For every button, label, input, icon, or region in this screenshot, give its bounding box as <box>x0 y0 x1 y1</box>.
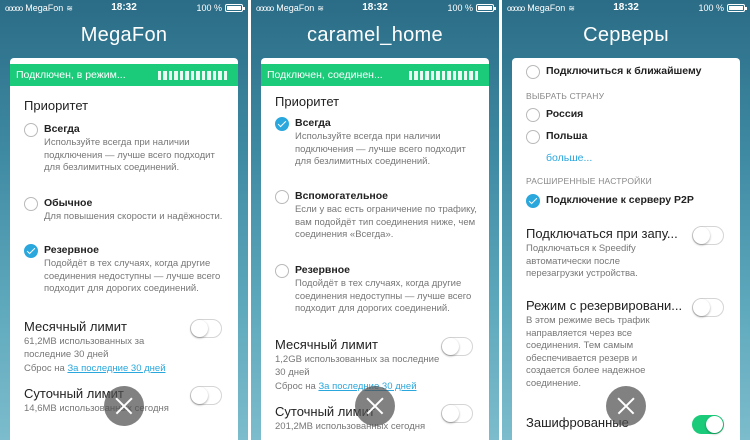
screen-servers: ooooo MegaFon ≋ 18:32 100 % Серверы Подк… <box>502 0 750 440</box>
radio-icon[interactable] <box>526 65 540 79</box>
encrypted-title: Зашифрованные <box>526 415 629 430</box>
option-description: Подойдёт в тех случаях, когда другие сое… <box>295 278 472 314</box>
close-icon[interactable] <box>355 386 395 426</box>
monthly-limit-setting: Месячный лимит 1,2GB использованных за п… <box>275 337 479 394</box>
option-title: Подключиться к ближайшему <box>546 65 702 77</box>
battery-percent: 100 % <box>447 3 473 13</box>
reset-label: Сброс на <box>24 363 68 374</box>
choose-country-heading: ВЫБРАТЬ СТРАНУ <box>526 91 605 101</box>
auto-connect-description: Подключаться к Speedify автоматически по… <box>526 243 638 279</box>
redacted-text <box>158 71 228 80</box>
connection-status-text: Подключен, в режим... <box>16 69 126 81</box>
redundant-mode-description: В этом режиме весь трафик направляется ч… <box>526 315 650 389</box>
encrypted-toggle[interactable] <box>692 415 724 434</box>
option-title: Обычное <box>44 197 93 209</box>
toggle-knob <box>191 320 208 337</box>
monthly-limit-reset: Сброс на За последние 30 дней <box>24 363 228 376</box>
redacted-text <box>409 71 479 80</box>
battery-icon <box>476 4 496 12</box>
priority-heading: Приоритет <box>275 94 340 109</box>
screen-megafon: ooooo MegaFon ≋ 18:32 100 % MegaFon Подк… <box>0 0 248 440</box>
settings-card: Подключен, соединен... Приоритет Всегда … <box>261 58 489 440</box>
advanced-settings-heading: РАСШИРЕННЫЕ НАСТРОЙКИ <box>526 176 652 186</box>
country-name: Польша <box>546 130 588 142</box>
toggle-knob <box>706 416 723 433</box>
option-description: Используйте всегда при наличии подключен… <box>44 137 215 173</box>
radio-icon[interactable] <box>24 123 38 137</box>
monthly-limit-toggle[interactable] <box>190 319 222 338</box>
toggle-knob <box>693 227 710 244</box>
reset-period-link[interactable]: За последние 30 дней <box>67 363 165 374</box>
battery-icon <box>727 4 747 12</box>
priority-heading: Приоритет <box>24 98 89 113</box>
daily-limit-toggle[interactable] <box>190 386 222 405</box>
status-bar: ooooo MegaFon ≋ 18:32 100 % <box>251 0 499 16</box>
redundant-mode-setting: Режим с резервировани... В этом режиме в… <box>526 298 730 390</box>
radio-checked-icon[interactable] <box>526 194 540 208</box>
redundant-mode-title: Режим с резервировани... <box>526 298 683 313</box>
connection-status-banner: Подключен, в режим... <box>10 64 238 86</box>
monthly-limit-usage: 1,2GB использованных за последние 30 дне… <box>275 354 440 378</box>
close-icon[interactable] <box>104 386 144 426</box>
monthly-limit-title: Месячный лимит <box>275 337 378 352</box>
redundant-mode-toggle[interactable] <box>692 298 724 317</box>
radio-icon[interactable] <box>275 190 289 204</box>
settings-card: Подключен, в режим... Приоритет Всегда И… <box>10 58 238 440</box>
screen-caramel-home: ooooo MegaFon ≋ 18:32 100 % caramel_home… <box>251 0 499 440</box>
connection-status-banner: Подключен, соединен... <box>261 64 489 86</box>
radio-checked-icon[interactable] <box>275 117 289 131</box>
radio-checked-icon[interactable] <box>24 244 38 258</box>
more-countries-link[interactable]: больше... <box>546 152 592 164</box>
radio-icon[interactable] <box>24 197 38 211</box>
option-title: Подключение к серверу P2P <box>546 194 694 206</box>
reset-label: Сброс на <box>275 381 319 392</box>
toggle-knob <box>693 299 710 316</box>
battery-percent: 100 % <box>698 3 724 13</box>
option-title: Резервное <box>44 244 99 256</box>
toggle-knob <box>442 338 459 355</box>
radio-icon[interactable] <box>526 130 540 144</box>
monthly-limit-usage: 61,2MB использованных за последние 30 дн… <box>24 336 145 360</box>
option-title: Резервное <box>295 264 350 276</box>
status-bar: ooooo MegaFon ≋ 18:32 100 % <box>0 0 248 16</box>
toggle-knob <box>191 387 208 404</box>
battery-percent: 100 % <box>196 3 222 13</box>
page-title: MegaFon <box>80 24 168 46</box>
option-description: Подойдёт в тех случаях, когда другие сое… <box>44 258 221 294</box>
daily-limit-toggle[interactable] <box>441 404 473 423</box>
status-bar: ooooo MegaFon ≋ 18:32 100 % <box>502 0 750 16</box>
toggle-knob <box>442 405 459 422</box>
radio-icon[interactable] <box>526 108 540 122</box>
radio-icon[interactable] <box>275 264 289 278</box>
country-name: Россия <box>546 108 584 120</box>
auto-connect-title: Подключаться при запу... <box>526 226 678 241</box>
battery-icon <box>225 4 245 12</box>
daily-limit-title: Суточный лимит <box>275 404 375 419</box>
option-description: Используйте всегда при наличии подключен… <box>295 131 466 167</box>
option-title: Вспомогательное <box>295 190 388 202</box>
close-icon[interactable] <box>606 386 646 426</box>
servers-card: Подключиться к ближайшему ВЫБРАТЬ СТРАНУ… <box>512 58 740 440</box>
page-title: caramel_home <box>307 24 443 46</box>
auto-connect-setting: Подключаться при запу... Подключаться к … <box>526 226 730 281</box>
page-title: Серверы <box>583 24 669 46</box>
monthly-limit-setting: Месячный лимит 61,2MB использованных за … <box>24 319 228 376</box>
option-description: Для повышения скорости и надёжности. <box>44 211 223 222</box>
option-title: Всегда <box>295 117 331 129</box>
option-description: Если у вас есть ограничение по трафику, … <box>295 204 477 240</box>
option-title: Всегда <box>44 123 80 135</box>
monthly-limit-toggle[interactable] <box>441 337 473 356</box>
auto-connect-toggle[interactable] <box>692 226 724 245</box>
daily-limit-title: Суточный лимит <box>24 386 124 401</box>
monthly-limit-title: Месячный лимит <box>24 319 127 334</box>
connection-status-text: Подключен, соединен... <box>267 69 383 81</box>
